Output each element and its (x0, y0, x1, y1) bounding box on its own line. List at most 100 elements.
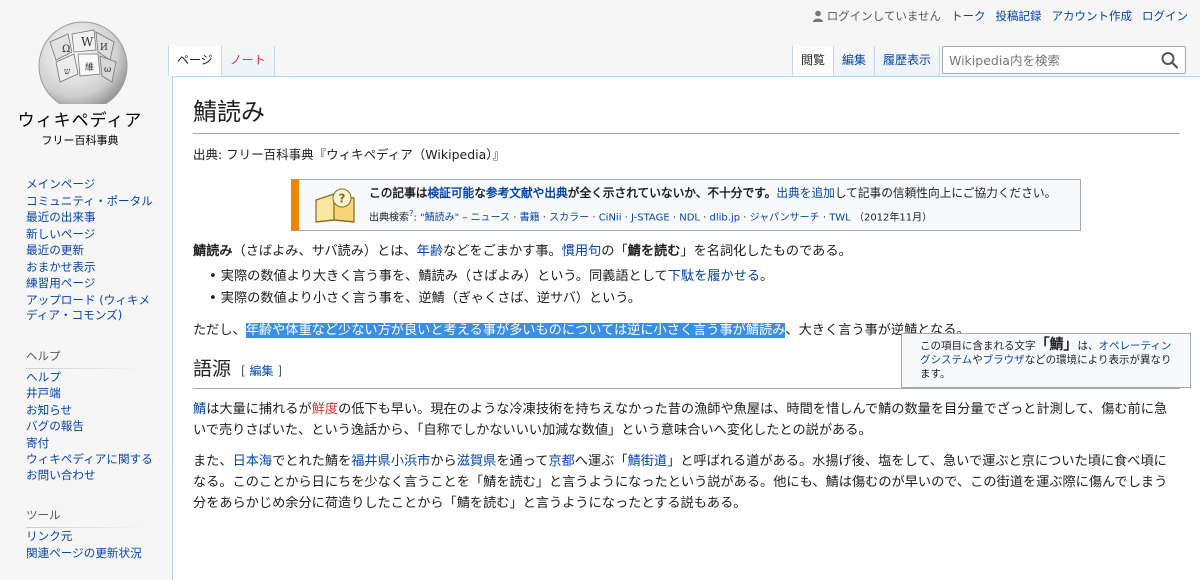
wikipedia-globe-icon: Ω W И ש 維 ω (38, 21, 128, 104)
bullet-1-text: 実際の数値より大きく言う事を、鯖読み（さばよみ）という。同義語として (220, 269, 668, 285)
source-link-dlib[interactable]: dlib.jp (710, 212, 741, 223)
sidebar-item-upload[interactable]: アップロード (ウィキメディア・コモンズ) (26, 293, 160, 324)
source-link-news[interactable]: ニュース (471, 212, 511, 223)
sidebar-item-notices[interactable]: お知らせ (26, 403, 160, 419)
sidebar-item-main-page[interactable]: メインページ (26, 177, 160, 193)
personal-tools: ログインしていません トーク 投稿記録 アカウント作成 ログイン (812, 8, 1188, 24)
geta-link[interactable]: 下駄を履かせる (668, 269, 760, 284)
sidebar-item-random[interactable]: おまかせ表示 (26, 260, 160, 276)
sidebar-item-contact[interactable]: ウィキペディアに関するお問い合わせ (26, 452, 160, 483)
section-edit: [ 編集 ] (241, 364, 282, 378)
sidebar-help-heading[interactable]: ヘルプ (0, 348, 160, 369)
wikipedia-logo[interactable]: Ω W И ש 維 ω ウィキペディア フリー百科事典 (0, 0, 160, 160)
notice-text-1: この記事は (369, 186, 428, 200)
anon-status: ログインしていません (812, 8, 941, 24)
login-link[interactable]: ログイン (1142, 8, 1188, 24)
sidebar-item-village-pump[interactable]: 井戸端 (26, 386, 160, 402)
mackerel-link[interactable]: 鯖 (193, 402, 206, 417)
add-citations-link[interactable]: 出典を追加 (776, 186, 834, 200)
sidebar-item-what-links-here[interactable]: リンク元 (26, 529, 160, 545)
sidebar: メインページ コミュニティ・ポータル 最近の出来事 新しいページ 最近の更新 お… (0, 176, 160, 562)
talk-link[interactable]: トーク (951, 8, 986, 24)
kyoto-link[interactable]: 京都 (548, 454, 574, 469)
selected-text[interactable]: 年齢や体重など少ない方が良いと考える事が多いものについては逆に小さく言う事が鯖読… (245, 323, 786, 339)
sidebar-item-current-events[interactable]: 最近の出来事 (26, 210, 160, 226)
anon-label: ログインしていません (826, 9, 941, 23)
verifiability-link[interactable]: 検証可能 (427, 186, 474, 200)
edit-bracket-left: [ (241, 364, 250, 379)
references-link[interactable]: 参考文献や出典 (486, 186, 568, 200)
notice-main: この記事は検証可能な参考文献や出典が全く示されていないか、不十分です。出典を追加… (369, 184, 1056, 203)
source-search-help-link[interactable]: ? (409, 208, 413, 218)
character-notice-box: この項目に含まれる文字「鯖」は、オペレーティングシステムやブラウザなどの環境によ… (901, 333, 1191, 388)
source-link-ndl[interactable]: NDL (679, 212, 700, 223)
source-link-scholar[interactable]: スカラー (549, 212, 589, 223)
source-link-jstage[interactable]: J-STAGE (631, 212, 670, 223)
source-link-books[interactable]: 書籍 (520, 212, 540, 223)
site-subtitle: 出典: フリー百科事典『ウィキペディア（Wikipedia）』 (193, 147, 506, 162)
view-tabs: 閲覧 編集 履歴表示 (792, 46, 941, 76)
list-item: 実際の数値より大きく言う事を、鯖読み（さばよみ）という。同義語として下駄を履かせ… (209, 266, 1180, 288)
tab-edit[interactable]: 編集 (834, 46, 876, 76)
age-link[interactable]: 年齢 (417, 244, 443, 259)
sea-of-japan-link[interactable]: 日本海 (233, 454, 273, 469)
saba-kaido-link[interactable]: 鯖街道 (628, 454, 668, 469)
search-box (942, 46, 1186, 74)
source-link-cinii[interactable]: CiNii (599, 212, 622, 223)
browser-link[interactable]: ブラウザ (983, 354, 1025, 366)
char-notice-char: 「鯖」 (1035, 337, 1078, 353)
etym2-text-5: へ運ぶ「 (574, 454, 628, 470)
etymology-paragraph-1: 鯖は大量に捕れるが鮮度の低下も早い。現在のような冷凍技術を持ちえなかった昔の漁師… (193, 399, 1173, 441)
intro-text-4: 」を名詞化したものである。 (680, 244, 852, 260)
source-search-query[interactable]: "鯖読み" (420, 212, 459, 223)
etym2-text-3: から (430, 454, 457, 470)
sidebar-item-help[interactable]: ヘルプ (26, 370, 160, 386)
sidebar-item-sandbox[interactable]: 練習用ページ (26, 276, 160, 292)
citation-needed-notice: ? この記事は検証可能な参考文献や出典が全く示されていないか、不十分です。出典を… (291, 179, 1081, 232)
definition-list: 実際の数値より大きく言う事を、鯖読み（さばよみ）という。同義語として下駄を履かせ… (209, 266, 1180, 310)
obama-link[interactable]: 小浜市 (391, 454, 431, 469)
notice-text-3: が全く示されていないか、不十分です。 (567, 186, 777, 200)
intro-paragraph: 鯖読み（さばよみ、サバ読み）とは、年齢などをごまかす事。慣用句の「鯖を読む」を名… (193, 241, 885, 262)
notice-date: （2012年11月） (853, 212, 933, 224)
tab-history[interactable]: 履歴表示 (875, 46, 941, 76)
sidebar-item-new-pages[interactable]: 新しいページ (26, 227, 160, 243)
search-input[interactable] (943, 47, 1153, 73)
bullet-1-end: 。 (760, 269, 774, 285)
search-icon[interactable] (1159, 50, 1181, 70)
shiga-link[interactable]: 滋賀県 (457, 454, 497, 469)
page-title: 鯖読み (193, 95, 1180, 134)
sidebar-tools-heading[interactable]: ツール (0, 507, 160, 528)
source-link-twl[interactable]: TWL (829, 212, 851, 223)
etym2-text-4: を通って (496, 454, 549, 470)
tab-read[interactable]: 閲覧 (792, 46, 835, 76)
section-title: 語源 (193, 358, 232, 381)
contributions-link[interactable]: 投稿記録 (996, 8, 1042, 24)
sidebar-item-community-portal[interactable]: コミュニティ・ポータル (26, 194, 160, 210)
create-account-link[interactable]: アカウント作成 (1052, 8, 1133, 24)
svg-text:ω: ω (104, 65, 111, 75)
edit-bracket-right: ] (273, 364, 283, 379)
notice-text-2: な (474, 186, 486, 200)
source-link-japansearch[interactable]: ジャパンサーチ (750, 212, 820, 223)
svg-text:Ω: Ω (62, 44, 70, 55)
tab-page[interactable]: ページ (168, 46, 222, 76)
idiom-link[interactable]: 慣用句 (562, 244, 602, 259)
sidebar-item-donate[interactable]: 寄付 (26, 436, 160, 452)
section-edit-link[interactable]: 編集 (250, 364, 274, 378)
sidebar-item-related-changes[interactable]: 関連ページの更新状況 (26, 546, 160, 562)
fukui-link[interactable]: 福井県 (351, 454, 391, 469)
intro-text-3: の「 (601, 244, 628, 260)
svg-text:維: 維 (85, 61, 94, 73)
article-content: 鯖読み 出典: フリー百科事典『ウィキペディア（Wikipedia）』 ? この… (172, 76, 1200, 580)
tab-note[interactable]: ノート (221, 46, 275, 76)
term-bold: 鯖読み (193, 244, 233, 260)
sidebar-item-bug-report[interactable]: バグの報告 (26, 419, 160, 435)
note-text-1: ただし、 (193, 323, 246, 339)
logo-tagline: フリー百科事典 (41, 134, 119, 147)
source-search-line: 出典検索?: "鯖読み" – ニュース · 書籍 · スカラー · CiNii … (369, 208, 933, 224)
question-book-icon: ? (315, 188, 355, 223)
freshness-link[interactable]: 鮮度 (312, 402, 338, 417)
notice-text-4: して記事の信頼性向上にご協力ください。 (834, 186, 1057, 200)
sidebar-item-recent-changes[interactable]: 最近の更新 (26, 243, 160, 259)
